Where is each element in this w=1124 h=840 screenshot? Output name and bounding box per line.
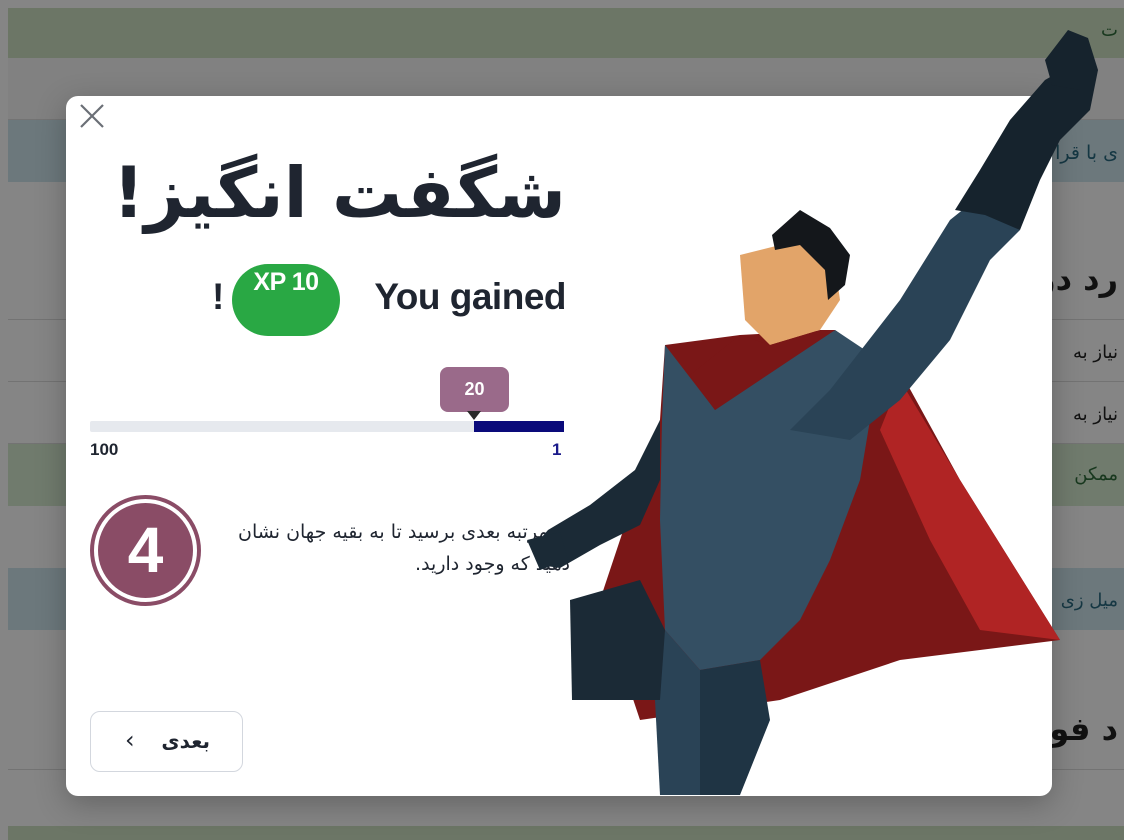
rank-number: 4 [98,503,193,598]
exclaim-text: ! [212,276,225,317]
modal-title: شگفت انگیز! [112,152,566,234]
rank-progress-fill [473,421,564,432]
close-button[interactable] [78,102,106,130]
close-icon [80,104,104,128]
chevron-left-icon: ‹ [125,726,135,754]
progress-tooltip: 20 [440,367,509,412]
xp-badge: XP 10 [232,264,340,336]
progress-min-label: 1 [552,440,562,459]
xp-badge-label: XP 10 [253,268,319,296]
progress-max-label: 100 [90,440,119,459]
rank-badge: 4 [90,495,201,606]
next-button-label: بعدی [161,729,210,753]
xp-gained-row: ! XP 10 You gained [212,264,566,338]
gained-text: You gained [374,276,566,317]
rank-progress-bar [90,421,564,432]
rank-message: به مرتبه بعدی برسید تا به بقیه جهان نشان… [238,521,570,575]
progress-tooltip-arrow [467,411,481,420]
next-button[interactable]: بعدی ‹ [90,711,243,772]
